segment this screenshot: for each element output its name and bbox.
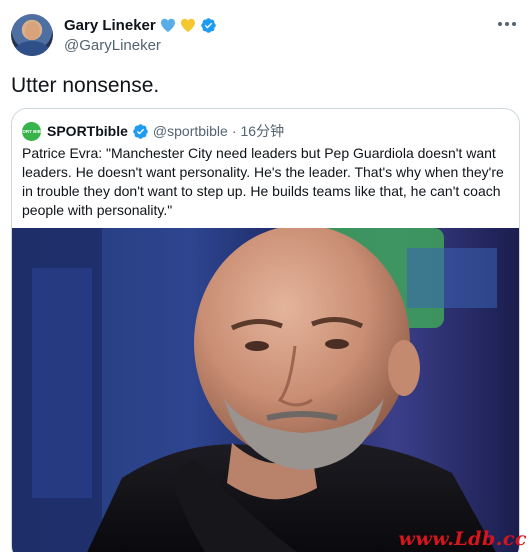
author-handle[interactable]: @GaryLineker <box>64 37 161 54</box>
quoted-handle: @sportbible <box>152 123 228 139</box>
portrait-image <box>12 228 497 552</box>
separator-dot: · <box>231 123 237 139</box>
tweet: Gary Lineker @GaryLineker Utter nonsense… <box>0 0 531 552</box>
blue-heart-icon <box>160 18 175 32</box>
quoted-timestamp: 16分钟 <box>240 123 285 139</box>
verified-badge-icon <box>133 123 148 139</box>
author-display-name[interactable]: Gary Lineker <box>64 17 156 34</box>
watermark: www.Ldb.cc <box>398 528 527 550</box>
yellow-heart-icon <box>180 18 195 32</box>
quoted-photo[interactable] <box>12 228 519 552</box>
more-dots-icon[interactable] <box>494 15 520 33</box>
verified-badge-icon <box>200 18 216 33</box>
quoted-author-row: SPORT BIBLE SPORTbible @sportbible · 16分… <box>16 121 285 141</box>
quoted-text: Patrice Evra: "Manchester City need lead… <box>22 145 504 218</box>
quoted-display-name: SPORTbible <box>47 123 128 139</box>
author-row: Gary Lineker <box>64 17 217 34</box>
tweet-text: Utter nonsense. <box>11 74 160 97</box>
avatar[interactable] <box>11 14 53 56</box>
sportbible-logo: SPORT BIBLE <box>16 121 47 141</box>
quoted-tweet[interactable]: SPORT BIBLE SPORTbible @sportbible · 16分… <box>11 108 520 552</box>
